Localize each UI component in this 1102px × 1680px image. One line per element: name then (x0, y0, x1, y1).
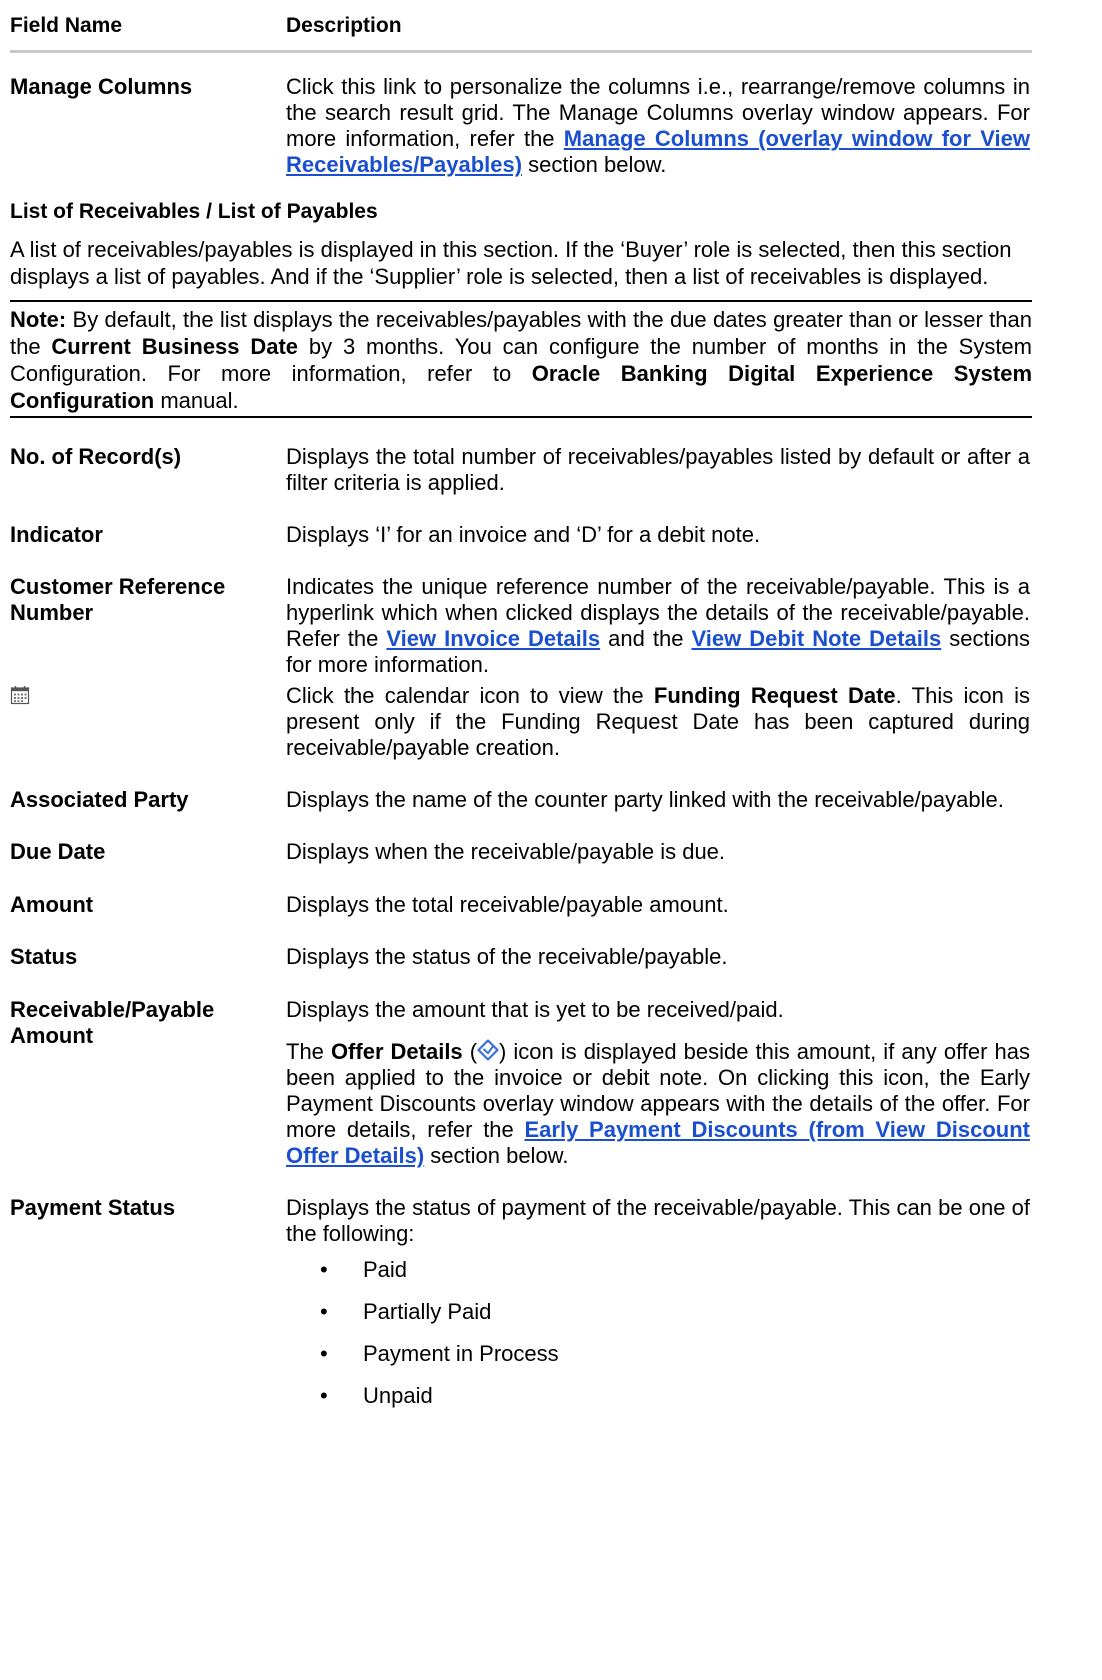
description-text: Displays the status of payment of the re… (286, 1195, 1030, 1246)
table-header: Field Name Description (10, 0, 1030, 50)
offer-details-icon (477, 1039, 499, 1061)
document-page: Field Name Description Manage Columns Cl… (10, 0, 1032, 1425)
field-row-records: No. of Record(s) Displays the total numb… (10, 444, 1030, 496)
offer-details-term: Offer Details (330, 1039, 463, 1064)
field-description: Displays the status of the receivable/pa… (286, 944, 728, 969)
list-item-label: Partially Paid (363, 1299, 492, 1324)
note-text: manual. (154, 388, 239, 413)
note-bold: Current Business Date (51, 334, 299, 359)
bullet: • (320, 1299, 328, 1324)
field-row-payment-status: Payment Status Displays the status of pa… (10, 1195, 1030, 1425)
list-item: • Payment in Process (320, 1341, 1030, 1367)
list-item-label: Unpaid (363, 1383, 433, 1408)
calendar-icon (10, 686, 30, 705)
field-description: Displays ‘I’ for an invoice and ‘D’ for … (286, 522, 761, 547)
field-description: Displays the total receivable/payable am… (286, 892, 729, 917)
field-name: No. of Record(s) (10, 444, 182, 469)
field-icon-cell (10, 683, 286, 711)
description-text: Click the calendar icon to view the (286, 683, 654, 708)
field-name: Payment Status (10, 1195, 176, 1220)
field-row-customer-reference: Customer Reference Number Indicates the … (10, 574, 1030, 678)
field-description: Displays when the receivable/payable is … (286, 839, 726, 864)
field-name: Indicator (10, 522, 103, 547)
field-name: Amount (10, 892, 94, 917)
field-description: Displays the amount that is yet to be re… (286, 997, 1030, 1169)
description-text: section below. (522, 152, 667, 177)
field-row-indicator: Indicator Displays ‘I’ for an invoice an… (10, 522, 1030, 548)
description-text: The (286, 1039, 331, 1064)
section-text: A list of receivables/payables is displa… (10, 237, 1012, 289)
list-item: • Unpaid (320, 1383, 1030, 1409)
view-debit-note-details-link[interactable]: View Debit Note Details (691, 626, 941, 651)
description-text: Displays the amount that is yet to be re… (286, 997, 784, 1022)
field-name-header: Field Name (10, 14, 123, 37)
description-header: Description (286, 14, 402, 37)
field-row-associated-party: Associated Party Displays the name of th… (10, 787, 1030, 813)
field-name: Receivable/Payable Amount (10, 997, 215, 1048)
field-name: Customer Reference Number (10, 574, 226, 625)
field-row-receivable-payable-amount: Receivable/Payable Amount Displays the a… (10, 997, 1030, 1169)
list-item-label: Paid (363, 1257, 408, 1282)
field-description: Click the calendar icon to view the Fund… (286, 683, 1030, 761)
field-name: Associated Party (10, 787, 189, 812)
field-description: Click this link to personalize the colum… (286, 74, 1030, 178)
list-item-label: Payment in Process (363, 1341, 559, 1366)
field-description: Displays the total number of receivables… (286, 444, 1030, 495)
description-text: ( (462, 1039, 478, 1064)
view-invoice-details-link[interactable]: View Invoice Details (386, 626, 600, 651)
list-item: • Partially Paid (320, 1299, 1030, 1325)
note-box: Note: By default, the list displays the … (10, 300, 1032, 418)
header-rule (10, 50, 1032, 53)
field-description: Displays the status of payment of the re… (286, 1195, 1030, 1425)
field-row-amount: Amount Displays the total receivable/pay… (10, 892, 1030, 918)
field-name: Status (10, 944, 78, 969)
note-label: Note: (10, 307, 67, 332)
description-text: section below. (424, 1143, 569, 1168)
field-row-calendar: Click the calendar icon to view the Fund… (10, 683, 1030, 761)
funding-request-date-term: Funding Request Date (653, 683, 896, 708)
field-row-manage-columns: Manage Columns Click this link to person… (10, 74, 1030, 178)
offer-details-paragraph: The Offer Details ( ) icon is displayed … (286, 1039, 1030, 1169)
list-item: • Paid (320, 1257, 1030, 1283)
description-text: and the (600, 626, 692, 651)
bullet: • (320, 1341, 328, 1366)
section-heading: List of Receivables / List of Payables (10, 200, 378, 223)
field-row-status: Status Displays the status of the receiv… (10, 944, 1030, 970)
payment-status-list: • Paid • Partially Paid • Payment in Proces… (286, 1257, 1030, 1409)
field-name: Manage Columns (10, 74, 193, 99)
field-description: Indicates the unique reference number of… (286, 574, 1030, 678)
field-name: Due Date (10, 839, 106, 864)
field-row-due-date: Due Date Displays when the receivable/pa… (10, 839, 1030, 865)
bullet: • (320, 1257, 328, 1282)
bullet: • (320, 1383, 328, 1408)
field-description: Displays the name of the counter party l… (286, 787, 1004, 812)
